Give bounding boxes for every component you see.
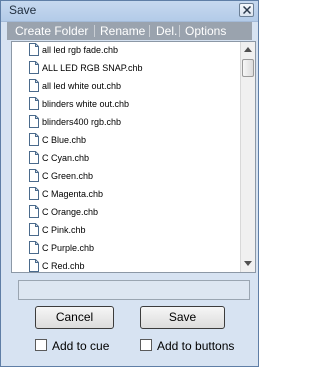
file-icon	[29, 97, 39, 110]
save-dialog: Save Create Folder Rename Del. Options a…	[0, 0, 259, 367]
title-bar[interactable]: Save	[1, 1, 258, 22]
file-list-item[interactable]: C Green.chb	[12, 168, 241, 186]
menu-separator	[149, 25, 150, 37]
file-name: C Magenta.chb	[42, 189, 104, 199]
file-name: all led white out.chb	[42, 81, 122, 91]
save-button[interactable]: Save	[140, 306, 225, 329]
file-list-items: all led rgb fade.chb ALL LED RGB SNAP.chb…	[12, 42, 241, 272]
file-icon	[29, 205, 39, 218]
file-list-item[interactable]: C Magenta.chb	[12, 186, 241, 204]
file-icon	[29, 169, 39, 182]
file-name: ALL LED RGB SNAP.chb	[42, 63, 143, 73]
add-to-buttons-label: Add to buttons	[157, 339, 235, 353]
add-to-cue-label: Add to cue	[52, 339, 110, 353]
file-name: C Green.chb	[42, 171, 94, 181]
file-icon	[29, 259, 39, 272]
file-icon	[29, 61, 39, 74]
scrollbar-thumb[interactable]	[242, 59, 254, 77]
menu-rename[interactable]: Rename	[100, 23, 145, 39]
file-list-item[interactable]: C Pink.chb	[12, 222, 241, 240]
file-list-item[interactable]: C Orange.chb	[12, 204, 241, 222]
file-icon	[29, 43, 39, 56]
close-icon	[243, 6, 251, 14]
file-list-item[interactable]: C Red.chb	[12, 258, 241, 272]
file-list-item[interactable]: all led white out.chb	[12, 78, 241, 96]
menu-bar: Create Folder Rename Del. Options	[7, 22, 252, 40]
file-icon	[29, 151, 39, 164]
file-list-item[interactable]: blinders white out.chb	[12, 96, 241, 114]
file-list-item[interactable]: ALL LED RGB SNAP.chb	[12, 60, 241, 78]
filename-input[interactable]	[18, 280, 250, 300]
file-list-item[interactable]: all led rgb fade.chb	[12, 42, 241, 60]
file-name: C Purple.chb	[42, 243, 95, 253]
file-name: C Orange.chb	[42, 207, 99, 217]
file-icon	[29, 241, 39, 254]
file-icon	[29, 187, 39, 200]
vertical-scrollbar[interactable]	[240, 42, 255, 272]
file-name: blinders white out.chb	[42, 99, 130, 109]
file-list-item[interactable]: C Blue.chb	[12, 132, 241, 150]
file-icon	[29, 79, 39, 92]
file-list-item[interactable]: C Cyan.chb	[12, 150, 241, 168]
file-name: blinders400 rgb.chb	[42, 117, 122, 127]
file-name: C Red.chb	[42, 261, 85, 271]
file-name: C Cyan.chb	[42, 153, 90, 163]
file-name: all led rgb fade.chb	[42, 45, 119, 55]
add-to-buttons-checkbox[interactable]	[140, 339, 152, 351]
file-icon	[29, 115, 39, 128]
menu-delete[interactable]: Del.	[156, 23, 177, 39]
menu-create-folder[interactable]: Create Folder	[15, 23, 88, 39]
menu-separator	[179, 25, 180, 37]
file-icon	[29, 223, 39, 236]
cancel-button[interactable]: Cancel	[35, 306, 114, 329]
add-to-cue-checkbox[interactable]	[35, 339, 47, 351]
file-list-item[interactable]: C Purple.chb	[12, 240, 241, 258]
file-name: C Pink.chb	[42, 225, 86, 235]
file-name: C Blue.chb	[42, 135, 87, 145]
file-icon	[29, 133, 39, 146]
file-list-item[interactable]: blinders400 rgb.chb	[12, 114, 241, 132]
window-title: Save	[9, 3, 37, 17]
scroll-down-icon[interactable]	[244, 261, 252, 266]
menu-separator	[94, 25, 95, 37]
scroll-up-icon[interactable]	[244, 47, 252, 52]
menu-options[interactable]: Options	[185, 23, 226, 39]
close-button[interactable]	[239, 3, 254, 17]
file-list[interactable]: all led rgb fade.chb ALL LED RGB SNAP.chb…	[11, 41, 256, 273]
